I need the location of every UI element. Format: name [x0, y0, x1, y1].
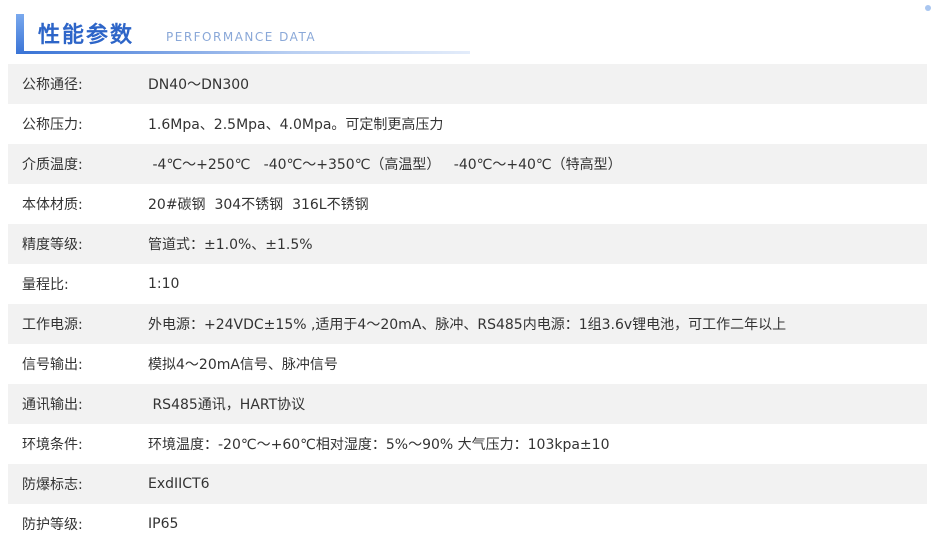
section-subtitle: PERFORMANCE DATA	[166, 30, 317, 44]
table-row: 介质温度: -4℃～+250℃ -40℃～+350℃（高温型） -40℃～+40…	[8, 144, 927, 184]
row-label: 信号输出:	[22, 357, 83, 373]
section-title: 性能参数	[38, 23, 135, 48]
row-label: 公称通径:	[22, 77, 83, 93]
row-value: 环境温度：-20℃～+60℃相对湿度：5%～90% 大气压力：103kpa±10	[148, 437, 610, 453]
table-row: 精度等级: 管道式：±1.0%、±1.5%	[8, 224, 927, 264]
table-row: 工作电源: 外电源：+24VDC±15% ,适用于4～20mA、脉冲、RS485…	[8, 304, 927, 344]
row-value: 1.6Mpa、2.5Mpa、4.0Mpa。可定制更高压力	[148, 117, 444, 133]
row-label: 公称压力:	[22, 117, 83, 133]
row-label: 防护等级:	[22, 517, 83, 533]
row-value: 1:10	[148, 276, 180, 292]
row-label: 量程比:	[22, 277, 69, 293]
table-row: 通讯输出: RS485通讯，HART协议	[8, 384, 927, 424]
header-accent-bar	[16, 14, 24, 54]
row-value: ExdIICT6	[148, 476, 210, 492]
row-value: IP65	[148, 516, 179, 532]
row-label: 工作电源:	[22, 317, 83, 333]
table-row: 本体材质: 20#碳钢 304不锈钢 316L不锈钢	[8, 184, 927, 224]
row-value: 外电源：+24VDC±15% ,适用于4～20mA、脉冲、RS485内电源：1组…	[148, 317, 787, 333]
table-row: 防爆标志: ExdIICT6	[8, 464, 927, 504]
row-value: DN40～DN300	[148, 77, 250, 93]
spec-table: 公称通径: DN40～DN300 公称压力: 1.6Mpa、2.5Mpa、4.0…	[8, 64, 927, 544]
row-value: RS485通讯，HART协议	[148, 397, 306, 413]
row-label: 防爆标志:	[22, 477, 83, 493]
table-row: 量程比: 1:10	[8, 264, 927, 304]
corner-dot-icon	[925, 5, 931, 11]
row-label: 本体材质:	[22, 197, 83, 213]
row-value: 模拟4～20mA信号、脉冲信号	[148, 357, 338, 373]
row-label: 环境条件:	[22, 437, 83, 453]
table-row: 公称通径: DN40～DN300	[8, 64, 927, 104]
table-row: 防护等级: IP65	[8, 504, 927, 544]
row-label: 通讯输出:	[22, 397, 83, 413]
row-value: -4℃～+250℃ -40℃～+350℃（高温型） -40℃～+40℃（特高型）	[148, 157, 622, 173]
header-underline	[24, 51, 470, 54]
table-row: 信号输出: 模拟4～20mA信号、脉冲信号	[8, 344, 927, 384]
section-header: 性能参数 PERFORMANCE DATA	[16, 14, 471, 54]
row-label: 精度等级:	[22, 237, 83, 253]
table-row: 环境条件: 环境温度：-20℃～+60℃相对湿度：5%～90% 大气压力：103…	[8, 424, 927, 464]
row-value: 管道式：±1.0%、±1.5%	[148, 237, 313, 253]
row-value: 20#碳钢 304不锈钢 316L不锈钢	[148, 197, 369, 213]
row-label: 介质温度:	[22, 157, 83, 173]
table-row: 公称压力: 1.6Mpa、2.5Mpa、4.0Mpa。可定制更高压力	[8, 104, 927, 144]
